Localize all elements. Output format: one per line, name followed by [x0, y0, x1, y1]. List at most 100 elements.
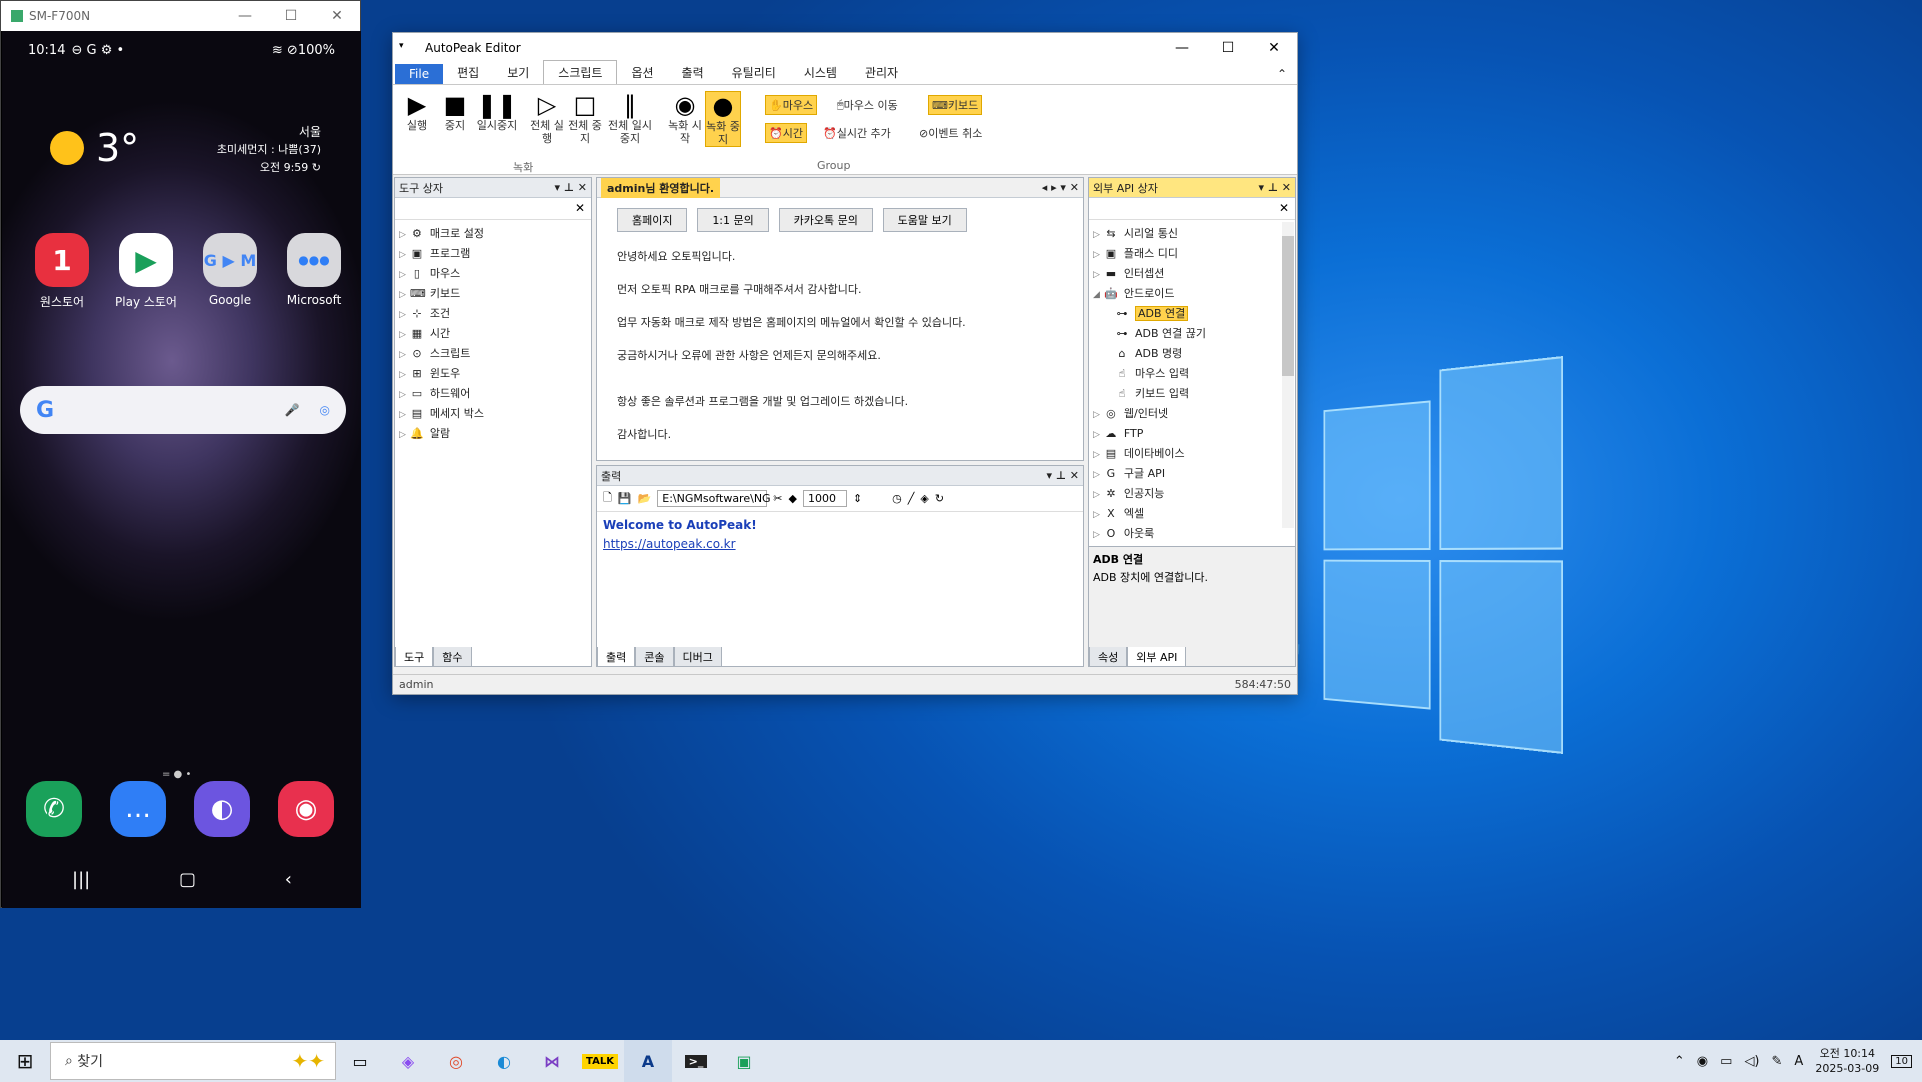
phone-titlebar[interactable]: SM-F700N — ☐ ✕: [1, 1, 360, 31]
event-cancel-toggle[interactable]: ⊘ 이벤트 취소: [919, 125, 982, 141]
terminal-icon[interactable]: >_: [672, 1040, 720, 1082]
internet-app-icon[interactable]: ◐: [194, 781, 250, 837]
tab-properties[interactable]: 속성: [1089, 647, 1128, 667]
tab-options[interactable]: 옵션: [617, 61, 667, 84]
kakaotalk-icon[interactable]: TALK: [576, 1040, 624, 1082]
tree-item[interactable]: ▷ ⇆ 시리얼 통신: [1089, 224, 1295, 244]
mouse-toggle[interactable]: ✋ 마우스: [765, 95, 818, 115]
tab-file[interactable]: File: [395, 64, 444, 84]
tab-system[interactable]: 시스템: [790, 61, 851, 84]
time-toggle[interactable]: ⏰ 시간: [765, 123, 807, 143]
api-search-input[interactable]: ✕: [1089, 198, 1295, 220]
tree-item[interactable]: ☝ 마우스 입력: [1089, 364, 1295, 384]
autopeak-editor-window[interactable]: ▾ AutoPeak Editor — ☐ ✕ File 편집 보기 스크립트 …: [392, 32, 1298, 695]
brush-icon[interactable]: ╱: [908, 492, 915, 505]
tree-item[interactable]: ▷ ☁ FTP: [1089, 424, 1295, 444]
minimize-button[interactable]: —: [222, 8, 268, 24]
tree-item[interactable]: ▷ G 구글 API: [1089, 464, 1295, 484]
tree-item[interactable]: ▷ ◎ 웹/인터넷: [1089, 404, 1295, 424]
tree-item[interactable]: ▷ ⌨ 키보드: [395, 284, 591, 304]
close-icon[interactable]: ▾ ⊥ ✕: [1259, 181, 1291, 194]
log-link[interactable]: https://autopeak.co.kr: [603, 535, 1077, 554]
interval-input[interactable]: 1000: [802, 490, 847, 507]
welcome-tab[interactable]: admin님 환영합니다.: [601, 177, 721, 198]
tree-item[interactable]: ▷ ⊞ 윈도우: [395, 364, 591, 384]
edge-icon[interactable]: ◐: [480, 1040, 528, 1082]
home-button[interactable]: ▢: [179, 869, 196, 890]
autopeak-icon[interactable]: A: [624, 1040, 672, 1082]
tab-utility[interactable]: 유틸리티: [718, 61, 790, 84]
eraser-icon[interactable]: ◆: [788, 492, 796, 505]
maximize-button[interactable]: ☐: [1205, 40, 1251, 56]
homepage-button[interactable]: 홈페이지: [617, 208, 688, 232]
chevron-up-icon[interactable]: ⌃: [1674, 1054, 1685, 1069]
save-icon[interactable]: 💾: [618, 492, 632, 505]
tree-item[interactable]: ▷ 🔔 알람: [395, 424, 591, 444]
welcome-document[interactable]: admin님 환영합니다. ◂ ▸ ▾ ✕ 홈페이지 1:1 문의 카카오톡 문…: [596, 177, 1084, 461]
app-onestore[interactable]: 1 원스토어: [20, 233, 104, 310]
tree-item[interactable]: ▷ ⊙ 스크립트: [395, 344, 591, 364]
inquiry-button[interactable]: 1:1 문의: [697, 208, 769, 232]
scrollbar-thumb[interactable]: [1282, 236, 1294, 376]
tree-item[interactable]: ▷ ⚙ 매크로 설정: [395, 224, 591, 244]
mouse-move-toggle[interactable]: 🖱 마우스 이동: [837, 97, 898, 113]
tree-item[interactable]: ▷ ▬ 인터셉션: [1089, 264, 1295, 284]
output-pane[interactable]: 출력 ▾ ⊥ ✕ 🗋 💾 📂 E:\NGMsoftware\NG ✂ ◆ 100…: [596, 465, 1084, 667]
clock[interactable]: 오전 10:14 2025-03-09: [1815, 1046, 1879, 1076]
editor-titlebar[interactable]: ▾ AutoPeak Editor — ☐ ✕: [393, 33, 1297, 63]
scrollbar[interactable]: [1282, 222, 1294, 528]
clock-icon[interactable]: ◷: [892, 492, 902, 505]
clear-icon[interactable]: ✕: [1279, 201, 1289, 216]
collapse-ribbon-icon[interactable]: ⌃: [1267, 64, 1297, 84]
phone-app-icon[interactable]: ✆: [26, 781, 82, 837]
toolbox-pane[interactable]: 도구 상자 ▾ ⊥ ✕ ✕ ▷ ⚙ 매크로 설정 ▷ ▣ 프로그램 ▷ ▯ 마우스 ▷ ⌨ 키보…: [394, 177, 592, 667]
maximize-button[interactable]: ☐: [268, 8, 314, 24]
realtime-add-toggle[interactable]: ⏰ 실시간 추가: [823, 125, 891, 141]
tab-functions[interactable]: 함수: [433, 647, 472, 667]
record-start-button[interactable]: ◉ 녹화 시작: [667, 91, 703, 145]
volume-icon[interactable]: ◁): [1744, 1054, 1759, 1069]
recents-button[interactable]: |||: [72, 869, 90, 890]
tree-item[interactable]: ▷ ▭ 하드웨어: [395, 384, 591, 404]
tab-output[interactable]: 출력: [597, 647, 636, 667]
kakaotalk-button[interactable]: 카카오톡 문의: [778, 208, 873, 232]
help-button[interactable]: 도움말 보기: [882, 208, 967, 232]
pen-icon[interactable]: ✎: [1772, 1054, 1783, 1069]
start-button[interactable]: ⊞: [0, 1049, 50, 1073]
tree-item[interactable]: ☝ 키보드 입력: [1089, 384, 1295, 404]
weather-widget[interactable]: 3°: [50, 126, 139, 170]
tree-item[interactable]: ▷ ▯ 마우스: [395, 264, 591, 284]
tab-view[interactable]: 보기: [493, 61, 543, 84]
tab-external-api[interactable]: 외부 API: [1127, 647, 1187, 667]
system-menu-icon[interactable]: ▾: [399, 41, 404, 51]
scrcpy-icon[interactable]: ▣: [720, 1040, 768, 1082]
tree-item[interactable]: ▷ ▣ 플래스 디디: [1089, 244, 1295, 264]
toolbox-search-input[interactable]: ✕: [395, 198, 591, 220]
camera-app-icon[interactable]: ◉: [278, 781, 334, 837]
run-all-button[interactable]: ▷ 전체 실행: [529, 91, 565, 145]
taskbar-search[interactable]: ⌕ 찾기 ✦✦: [50, 1042, 336, 1080]
tree-item[interactable]: ▷ ▣ 프로그램: [395, 244, 591, 264]
keyboard-toggle[interactable]: ⌨ 키보드: [928, 95, 983, 115]
pause-all-button[interactable]: ‖ 전체 일시중지: [605, 91, 655, 145]
close-button[interactable]: ✕: [1251, 40, 1297, 56]
close-button[interactable]: ✕: [314, 8, 360, 24]
chrome-icon[interactable]: ◎: [432, 1040, 480, 1082]
visual-studio-icon[interactable]: ⋈: [528, 1040, 576, 1082]
tree-item[interactable]: ▷ ✲ 인공지능: [1089, 484, 1295, 504]
task-view-icon[interactable]: ▭: [336, 1040, 384, 1082]
broom-icon[interactable]: ✂: [773, 492, 782, 505]
stop-all-button[interactable]: □ 전체 중지: [567, 91, 603, 145]
external-api-pane[interactable]: 외부 API 상자 ▾ ⊥ ✕ ✕ ▷ ⇆ 시리얼 통신 ▷ ▣ 플래스 디디 ▷ ▬ 인터…: [1088, 177, 1296, 667]
close-icon[interactable]: ◂ ▸ ▾ ✕: [1042, 181, 1079, 194]
refresh-icon[interactable]: ↻: [312, 161, 321, 174]
phone-screen[interactable]: 10:14 ⊖ G ⚙ • ≋ ⊘ 100% 3° 서울 초미세먼지 : 나쁨(…: [2, 31, 361, 908]
app-play-store[interactable]: ▶ Play 스토어: [104, 233, 188, 310]
folder-icon[interactable]: 📂: [638, 492, 652, 505]
google-search-bar[interactable]: G 🎤 ◎: [20, 386, 346, 434]
tree-item[interactable]: ▷ ▤ 데이타베이스: [1089, 444, 1295, 464]
stop-button[interactable]: ■ 중지: [437, 91, 473, 132]
tab-tools[interactable]: 도구: [395, 647, 434, 667]
tree-item[interactable]: ▷ ▤ 메세지 박스: [395, 404, 591, 424]
run-button[interactable]: ▶ 실행: [399, 91, 435, 132]
